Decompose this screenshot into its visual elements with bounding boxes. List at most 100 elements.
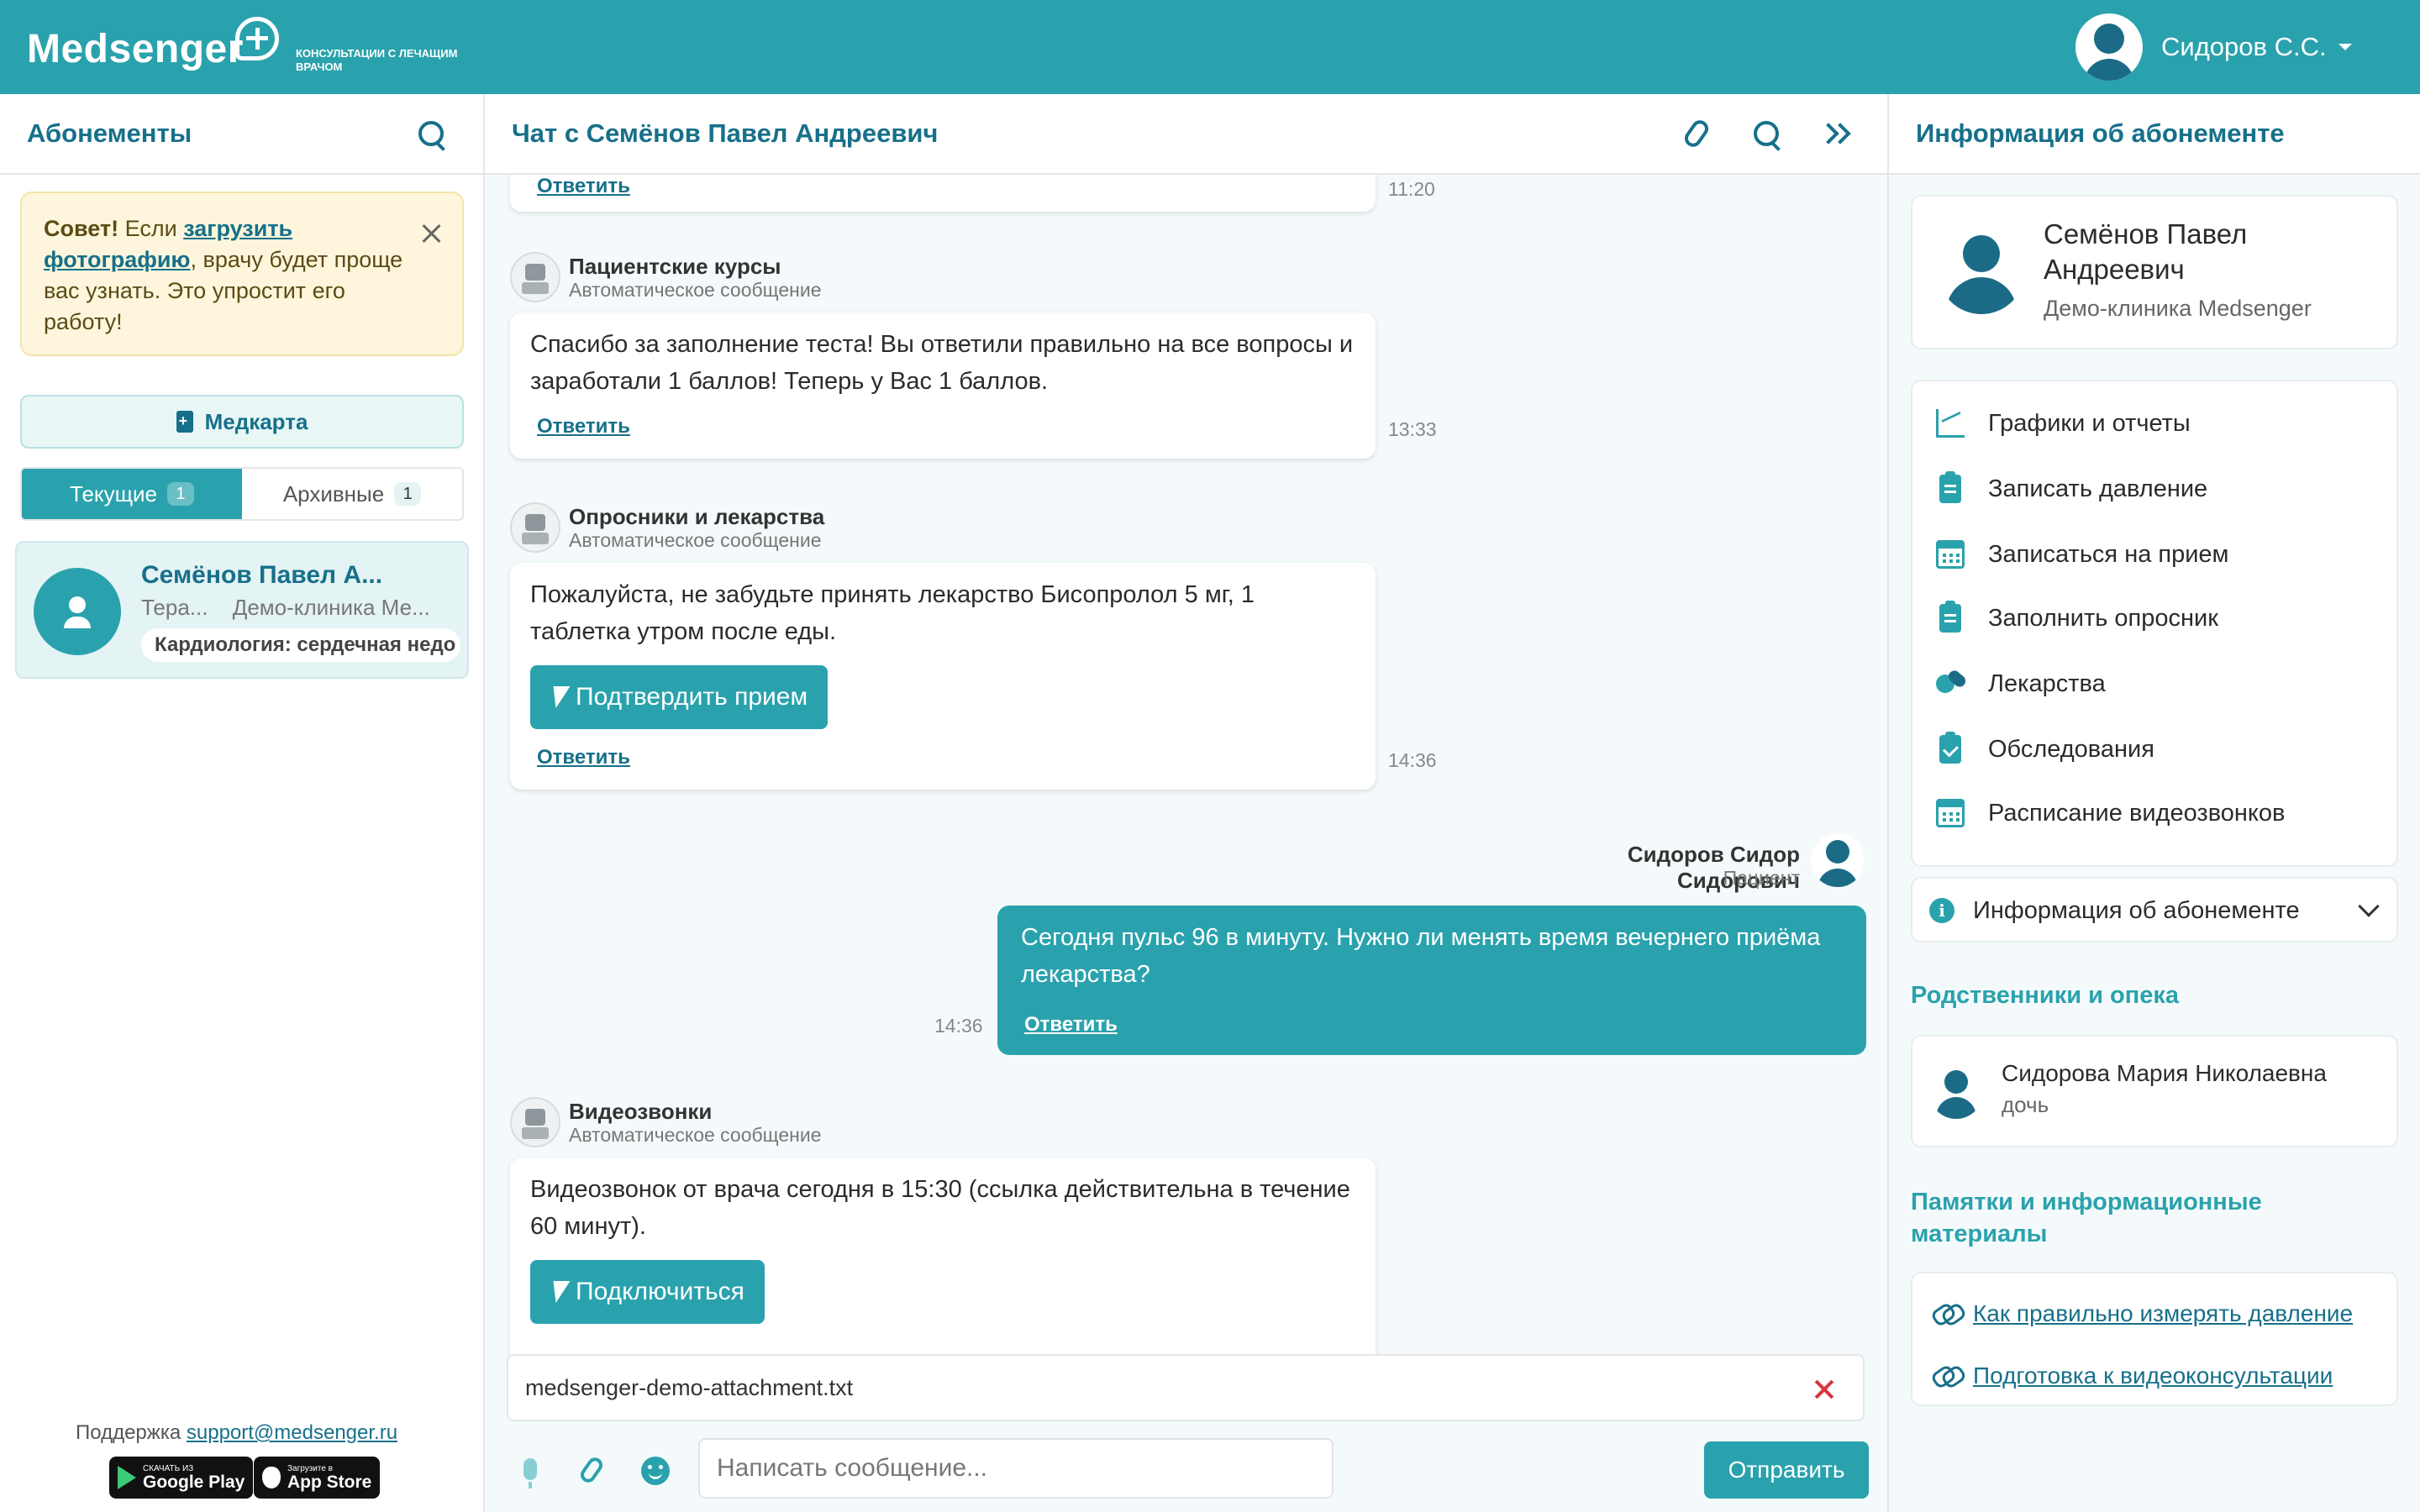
subscriptions-header: Абонементы — [0, 94, 483, 175]
patient-name: Семёнов Павел Андреевич — [2044, 218, 2248, 285]
menu-item-label: Заполнить опросник — [1988, 604, 2218, 632]
message-time: 14:36 — [934, 1015, 983, 1037]
message-text: Видеозвонок от врача сегодня в 15:30 (сс… — [530, 1176, 1350, 1240]
confirm-intake-button[interactable]: Подтвердить прием — [530, 665, 829, 729]
medcard-label: Медкарта — [204, 408, 308, 434]
relative-name: Сидорова Мария Николаевна — [2002, 1060, 2327, 1086]
chart-icon — [1936, 409, 1965, 438]
doctor-avatar-icon — [34, 568, 121, 655]
subscription-meta: Тера... Демо-клиника Ме... — [141, 595, 449, 621]
accordion-header: i Информация об абонементе — [1929, 894, 2300, 927]
message-text: Пожалуйста, не забудьте принять лекарств… — [530, 581, 1255, 645]
bot-avatar-icon — [510, 1097, 560, 1147]
message-list[interactable]: Ответить 11:20 Пациентские курсы Автомат… — [485, 175, 1887, 1435]
materials-card: Как правильно измерять давление Подготов… — [1911, 1272, 2398, 1406]
message-sender: Видеозвонки — [569, 1099, 713, 1124]
menu-item-record-pressure[interactable]: Записать давление — [1936, 471, 2207, 506]
tip-box: Совет! Если загрузить фотографию, врачу … — [20, 192, 464, 356]
chat-title: Чат с Семёнов Павел Андреевич — [512, 118, 939, 148]
bolt-icon — [547, 686, 571, 708]
logo-plus-icon — [235, 17, 279, 60]
attachments-icon[interactable] — [1681, 117, 1712, 150]
logo[interactable]: Medsenger Консультации с лечащим врачом — [27, 15, 457, 82]
reply-link[interactable]: Ответить — [537, 415, 630, 438]
caret-down-icon — [2338, 44, 2352, 50]
menu-item-label: Расписание видеозвонков — [1988, 799, 2286, 827]
search-icon[interactable] — [417, 119, 447, 150]
bot-avatar-icon — [510, 252, 560, 302]
send-button[interactable]: Отправить — [1704, 1441, 1869, 1499]
app-store-big: App Store — [287, 1472, 372, 1492]
message-sender-type: Автоматическое сообщение — [569, 1124, 822, 1146]
double-chevron-right-icon[interactable] — [1819, 119, 1849, 150]
tab-archived[interactable]: Архивные 1 — [242, 469, 462, 519]
attach-file-icon[interactable] — [577, 1454, 606, 1486]
subscription-tag: Кардиология: сердечная недо — [141, 628, 460, 662]
subscription-item[interactable]: Семёнов Павел А... Тера... Демо-клиника … — [15, 541, 469, 679]
material-link-label: Как правильно измерять давление — [1973, 1300, 2354, 1326]
menu-item-medications[interactable]: Лекарства — [1936, 667, 2106, 701]
relative-avatar-icon — [1929, 1065, 1983, 1119]
message-bubble: Пожалуйста, не забудьте принять лекарств… — [510, 563, 1376, 790]
bot-avatar-icon — [510, 502, 560, 553]
logo-tagline: Консультации с лечащим врачом — [296, 47, 458, 73]
clipboard-check-icon — [1939, 732, 1961, 764]
message-sender-type: Автоматическое сообщение — [569, 279, 822, 301]
info-title: Информация об абонементе — [1916, 118, 2285, 148]
app-store-button[interactable]: Загрузите в App Store — [254, 1457, 381, 1499]
message-sender: Опросники и лекарства — [569, 504, 825, 529]
outgoing-message-bubble: Сегодня пульс 96 в минуту. Нужно ли меня… — [997, 906, 1866, 1055]
menu-item-video-schedule[interactable]: Расписание видеозвонков — [1936, 796, 2285, 830]
relative-card[interactable]: Сидорова Мария Николаевна дочь — [1911, 1035, 2398, 1147]
user-menu[interactable]: Сидоров С.С. — [2075, 13, 2352, 81]
material-link-pressure[interactable]: Как правильно измерять давление — [1933, 1297, 2353, 1331]
chat-panel: Чат с Семёнов Павел Андреевич Ответить 1… — [485, 94, 1887, 1512]
logo-text: Medsenger — [27, 26, 244, 71]
patient-avatar-icon — [1938, 227, 2025, 314]
chat-header: Чат с Семёнов Павел Андреевич — [485, 94, 1887, 175]
user-avatar-icon — [2075, 13, 2143, 81]
menu-item-label: Обследования — [1988, 735, 2154, 763]
chat-search-icon[interactable] — [1752, 119, 1782, 150]
tab-current-count: 1 — [166, 482, 194, 506]
reply-link[interactable]: Ответить — [537, 746, 630, 769]
menu-item-examinations[interactable]: Обследования — [1936, 732, 2154, 766]
subscriptions-title: Абонементы — [27, 118, 192, 148]
reply-link[interactable]: Ответить — [537, 175, 630, 198]
user-avatar-icon — [1811, 833, 1865, 887]
menu-item-charts[interactable]: Графики и отчеты — [1936, 407, 2191, 440]
microphone-icon[interactable] — [523, 1458, 537, 1488]
emoji-icon[interactable] — [641, 1457, 670, 1485]
support-email-link[interactable]: support@medsenger.ru — [187, 1421, 397, 1444]
message-sender-type: Пациент — [1723, 867, 1800, 889]
close-icon[interactable] — [422, 223, 442, 244]
google-play-button[interactable]: СКАЧАТЬ ИЗ Google Play — [109, 1457, 254, 1499]
menu-item-appointment[interactable]: Записаться на прием — [1936, 538, 2229, 571]
tab-archived-count: 1 — [394, 482, 422, 506]
join-call-button[interactable]: Подключиться — [530, 1260, 765, 1324]
relative-role: дочь — [2002, 1092, 2049, 1117]
support-line: Поддержка support@medsenger.ru — [76, 1421, 397, 1445]
medcard-button[interactable]: Медкарта — [20, 395, 464, 449]
menu-item-questionnaire[interactable]: Заполнить опросник — [1936, 601, 2218, 635]
calendar-icon — [1936, 799, 1965, 827]
subscription-tabs: Текущие 1 Архивные 1 — [20, 467, 464, 521]
subscription-info-accordion[interactable]: i Информация об абонементе — [1911, 877, 2398, 942]
tab-current[interactable]: Текущие 1 — [22, 469, 242, 519]
message-input[interactable] — [698, 1438, 1334, 1499]
message-sender: Пациентские курсы — [569, 254, 781, 279]
material-link-video[interactable]: Подготовка к видеоконсультации — [1933, 1359, 2333, 1393]
patient-card: Семёнов Павел Андреевич Демо-клиника Med… — [1911, 195, 2398, 349]
remove-attachment-icon[interactable] — [1814, 1379, 1834, 1399]
info-header: Информация об абонементе — [1889, 94, 2420, 175]
menu-item-label: Графики и отчеты — [1988, 409, 2191, 437]
user-name: Сидоров С.С. — [2161, 32, 2327, 61]
clipboard-icon — [1939, 471, 1961, 503]
bolt-icon — [547, 1281, 571, 1303]
actions-menu: Графики и отчеты Записать давление Запис… — [1911, 380, 2398, 867]
message-time: 11:20 — [1388, 178, 1435, 200]
message-composer: Отправить — [485, 1438, 1887, 1512]
materials-title: Памятки и информационные материалы — [1911, 1189, 2262, 1247]
attachment-name: medsenger-demo-attachment.txt — [525, 1374, 854, 1400]
reply-link[interactable]: Ответить — [1024, 1013, 1118, 1037]
